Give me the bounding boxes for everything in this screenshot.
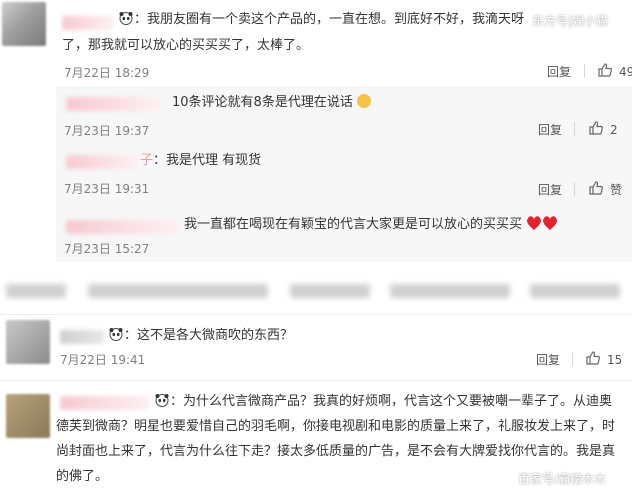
- username-blurred[interactable]: [60, 396, 150, 410]
- divider: [0, 380, 632, 381]
- divider: [0, 314, 632, 315]
- comment-time: 7月22日 18:29: [64, 66, 150, 80]
- reply-username-blurred[interactable]: [66, 220, 178, 234]
- thumbs-up-icon: [588, 180, 604, 199]
- watermark: 百家号/霸榜木木: [518, 472, 607, 486]
- like-label: 赞: [610, 183, 623, 197]
- heart-emoji-icon: [526, 216, 560, 232]
- like-count: 15: [607, 352, 623, 367]
- thumbs-up-icon: [588, 120, 604, 139]
- separator: [574, 182, 575, 196]
- like-button[interactable]: 15: [585, 350, 622, 369]
- avatar[interactable]: [6, 320, 50, 364]
- thumbs-up-icon: [597, 62, 613, 81]
- username-fragment: 子: [140, 153, 154, 168]
- separator: [574, 122, 575, 136]
- like-count: 49: [619, 64, 632, 79]
- reply-button[interactable]: 回复: [536, 351, 560, 368]
- watermark: 东方号|娱小猫: [532, 14, 609, 28]
- panda-emoji-icon: [154, 393, 170, 407]
- reply-button[interactable]: 回复: [538, 181, 562, 198]
- reply-text: 10条评论就有8条是代理在说话: [172, 93, 371, 113]
- comment-text-line4: 的佛了。: [56, 469, 109, 484]
- like-count: 2: [610, 122, 618, 137]
- reply-text: 我一直都在喝现在有颖宝的代言大家更是可以放心的买买买: [184, 215, 560, 235]
- username-blurred[interactable]: [62, 16, 114, 30]
- reply-text: 子：我是代理 有现货: [140, 153, 262, 168]
- like-button[interactable]: 49: [597, 62, 632, 81]
- comment-text-line2: 德芙到微商？明星也要爱惜自己的羽毛啊，你接电视剧和电影的质量上来了，礼服妆发上来…: [56, 419, 616, 434]
- username-blurred[interactable]: [60, 330, 104, 344]
- avatar[interactable]: [6, 394, 50, 438]
- comment-text-line2: 了，那我就可以放心的买买买了，太棒了。: [62, 38, 310, 53]
- separator: [572, 352, 573, 366]
- like-button[interactable]: 赞: [588, 180, 622, 199]
- reply-button[interactable]: 回复: [538, 121, 562, 138]
- reply-time: 7月23日 15:27: [64, 242, 150, 256]
- thumbs-up-icon: [585, 350, 601, 369]
- reply-button[interactable]: 回复: [547, 63, 571, 80]
- blurred-section: [0, 272, 632, 308]
- reply-username-blurred[interactable]: [66, 97, 162, 111]
- comment-text-line3: 尚封面也上来了，代言为什么往下走？接太多低质量的广告，是不会有大牌爱找你代言的。…: [56, 444, 616, 459]
- panda-emoji-icon: [108, 327, 124, 341]
- panda-emoji-icon: [118, 11, 134, 25]
- separator: [584, 64, 585, 78]
- avatar[interactable]: [2, 2, 46, 46]
- reply-time: 7月23日 19:31: [64, 182, 150, 196]
- comment-text: ：这不是各大微商吹的东西？: [108, 326, 293, 346]
- comment-text: ：为什么代言微商产品？我真的好烦啊，代言这个又要被嘲一辈子了。从迪奥: [154, 392, 612, 412]
- like-button[interactable]: 2: [588, 120, 618, 139]
- sweat-emoji-icon: [356, 94, 371, 108]
- comment-text: ：我朋友圈有一个卖这个产品的，一直在想。到底好不好，我滴天呀: [118, 10, 524, 30]
- reply-time: 7月23日 19:37: [64, 124, 150, 138]
- comment-time: 7月22日 19:41: [60, 353, 146, 367]
- reply-username-blurred[interactable]: [66, 155, 138, 169]
